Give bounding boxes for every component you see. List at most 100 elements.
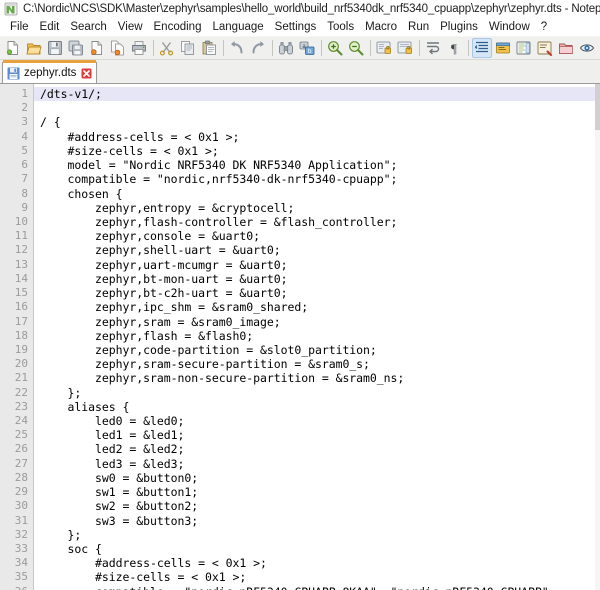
toolbar-button-close[interactable] <box>87 38 107 58</box>
code-line[interactable]: zephyr,sram-non-secure-partition = &sram… <box>34 371 600 385</box>
line-number: 17 <box>14 314 28 328</box>
code-line[interactable]: #size-cells = < 0x1 >; <box>34 570 600 584</box>
menu-item-settings[interactable]: Settings <box>270 20 323 34</box>
vertical-scrollbar[interactable] <box>595 84 600 590</box>
code-line[interactable]: zephyr,bt-c2h-uart = &uart0; <box>34 286 600 300</box>
toolbar-separator <box>321 40 322 56</box>
menu-item-macro[interactable]: Macro <box>360 20 403 34</box>
svg-text:b: b <box>308 48 312 55</box>
menu-item-search[interactable]: Search <box>65 20 112 34</box>
line-number: 26 <box>14 442 28 456</box>
code-line[interactable]: chosen { <box>34 187 600 201</box>
menu-item-language[interactable]: Language <box>207 20 269 34</box>
code-line[interactable]: zephyr,bt-mon-uart = &uart0; <box>34 272 600 286</box>
toolbar-button-folder-as-workspace[interactable] <box>556 38 576 58</box>
toolbar-button-print[interactable] <box>129 38 149 58</box>
code-line[interactable]: sw3 = &button3; <box>34 514 600 528</box>
code-line[interactable]: #address-cells = < 0x1 >; <box>34 130 600 144</box>
code-line[interactable]: led3 = &led3; <box>34 457 600 471</box>
code-line[interactable]: zephyr,ipc_shm = &sram0_shared; <box>34 300 600 314</box>
toolbar-button-copy[interactable] <box>178 38 198 58</box>
toolbar-button-close-all[interactable] <box>108 38 128 58</box>
code-line[interactable]: model = "Nordic NRF5340 DK NRF5340 Appli… <box>34 158 600 172</box>
code-editor[interactable]: 1 2 3 4 5 6 7 8 9 10 11 12 13 14 15 16 17 18 19 20 21 22 23 24 2… <box>0 84 600 590</box>
toolbar-button-indent-guide[interactable] <box>472 38 492 58</box>
code-text-area[interactable]: /dts-v1/; / { #address-cells = < 0x1 >; #… <box>34 84 600 590</box>
menu-item-encoding[interactable]: Encoding <box>149 20 208 34</box>
code-line[interactable]: zephyr,flash-controller = &flash_control… <box>34 215 600 229</box>
toolbar-button-undo[interactable] <box>227 38 247 58</box>
toolbar-button-word-wrap[interactable] <box>423 38 443 58</box>
code-line[interactable]: /dts-v1/; <box>34 87 600 102</box>
toolbar-button-sync-horizontal-scroll[interactable] <box>395 38 415 58</box>
toolbar-separator <box>419 40 420 56</box>
code-line[interactable]: zephyr,sram = &sram0_image; <box>34 315 600 329</box>
code-line[interactable]: compatible = "nordic,nrf5340-dk-nrf5340-… <box>34 172 600 186</box>
toolbar-button-new-file[interactable] <box>3 38 23 58</box>
line-number: 18 <box>14 328 28 342</box>
toolbar-button-find[interactable] <box>276 38 296 58</box>
line-number: 22 <box>14 385 28 399</box>
redo-arrow-icon <box>250 40 266 56</box>
code-line[interactable]: sw1 = &button1; <box>34 485 600 499</box>
code-line[interactable]: aliases { <box>34 400 600 414</box>
line-number: 31 <box>14 513 28 527</box>
code-line[interactable]: zephyr,console = &uart0; <box>34 229 600 243</box>
menu-item-window[interactable]: Window <box>484 20 536 34</box>
toolbar-button-save[interactable] <box>45 38 65 58</box>
code-line[interactable]: zephyr,entropy = &cryptocell; <box>34 201 600 215</box>
word-wrap-icon <box>425 40 441 56</box>
code-line[interactable]: / { <box>34 115 600 129</box>
code-line[interactable]: zephyr,flash = &flash0; <box>34 329 600 343</box>
toolbar-separator <box>468 40 469 56</box>
toolbar-button-cut[interactable] <box>157 38 177 58</box>
code-line[interactable]: zephyr,sram-secure-partition = &sram0_s; <box>34 357 600 371</box>
code-line[interactable]: led2 = &led2; <box>34 442 600 456</box>
menu-item-run[interactable]: Run <box>403 20 435 34</box>
toolbar-button-monitoring[interactable] <box>577 38 597 58</box>
code-line[interactable]: }; <box>34 386 600 400</box>
tab-zephyr-dts[interactable]: zephyr.dts <box>2 60 98 83</box>
toolbar-button-save-all[interactable] <box>66 38 86 58</box>
code-line[interactable]: led0 = &led0; <box>34 414 600 428</box>
line-number: 15 <box>14 286 28 300</box>
code-line[interactable]: zephyr,shell-uart = &uart0; <box>34 243 600 257</box>
toolbar-button-redo[interactable] <box>248 38 268 58</box>
code-line[interactable]: }; <box>34 528 600 542</box>
toolbar-button-paste[interactable] <box>199 38 219 58</box>
menu-item-view[interactable]: View <box>113 20 149 34</box>
line-number: 20 <box>14 357 28 371</box>
menu-item-help[interactable]: ? <box>536 20 553 34</box>
close-tab-icon[interactable] <box>81 68 92 79</box>
toolbar-button-function-list[interactable] <box>535 38 555 58</box>
code-line[interactable]: soc { <box>34 542 600 556</box>
code-line[interactable] <box>34 101 600 115</box>
line-number: 23 <box>14 399 28 413</box>
menu-item-file[interactable]: File <box>5 20 35 34</box>
code-line[interactable]: compatible = "nordic,nRF5340-CPUAPP-QKAA… <box>34 585 600 590</box>
toolbar-button-document-map[interactable] <box>514 38 534 58</box>
code-line[interactable]: sw2 = &button2; <box>34 499 600 513</box>
toolbar-button-sync-vertical-scroll[interactable] <box>374 38 394 58</box>
line-number: 19 <box>14 342 28 356</box>
code-line[interactable]: sw0 = &button0; <box>34 471 600 485</box>
code-line[interactable]: led1 = &led1; <box>34 428 600 442</box>
code-line[interactable]: zephyr,uart-mcumgr = &uart0; <box>34 258 600 272</box>
code-line[interactable]: zephyr,code-partition = &slot0_partition… <box>34 343 600 357</box>
line-number: 36 <box>0 585 33 590</box>
toolbar-button-zoom-out[interactable] <box>346 38 366 58</box>
line-number: 11 <box>14 229 28 243</box>
code-line[interactable]: #size-cells = < 0x1 >; <box>34 144 600 158</box>
menu-item-plugins[interactable]: Plugins <box>435 20 484 34</box>
line-number: 12 <box>14 243 28 257</box>
menu-item-tools[interactable]: Tools <box>322 20 360 34</box>
toolbar-button-replace[interactable]: ab <box>297 38 317 58</box>
code-line[interactable]: #address-cells = < 0x1 >; <box>34 556 600 570</box>
line-number: 25 <box>14 428 28 442</box>
menu-item-edit[interactable]: Edit <box>35 20 66 34</box>
toolbar-button-show-all-characters[interactable]: ¶ <box>444 38 464 58</box>
toolbar-button-zoom-in[interactable] <box>325 38 345 58</box>
toolbar-button-open-file[interactable] <box>24 38 44 58</box>
toolbar-button-user-defined-dialog[interactable] <box>493 38 513 58</box>
vertical-scrollbar-thumb[interactable] <box>595 84 600 130</box>
